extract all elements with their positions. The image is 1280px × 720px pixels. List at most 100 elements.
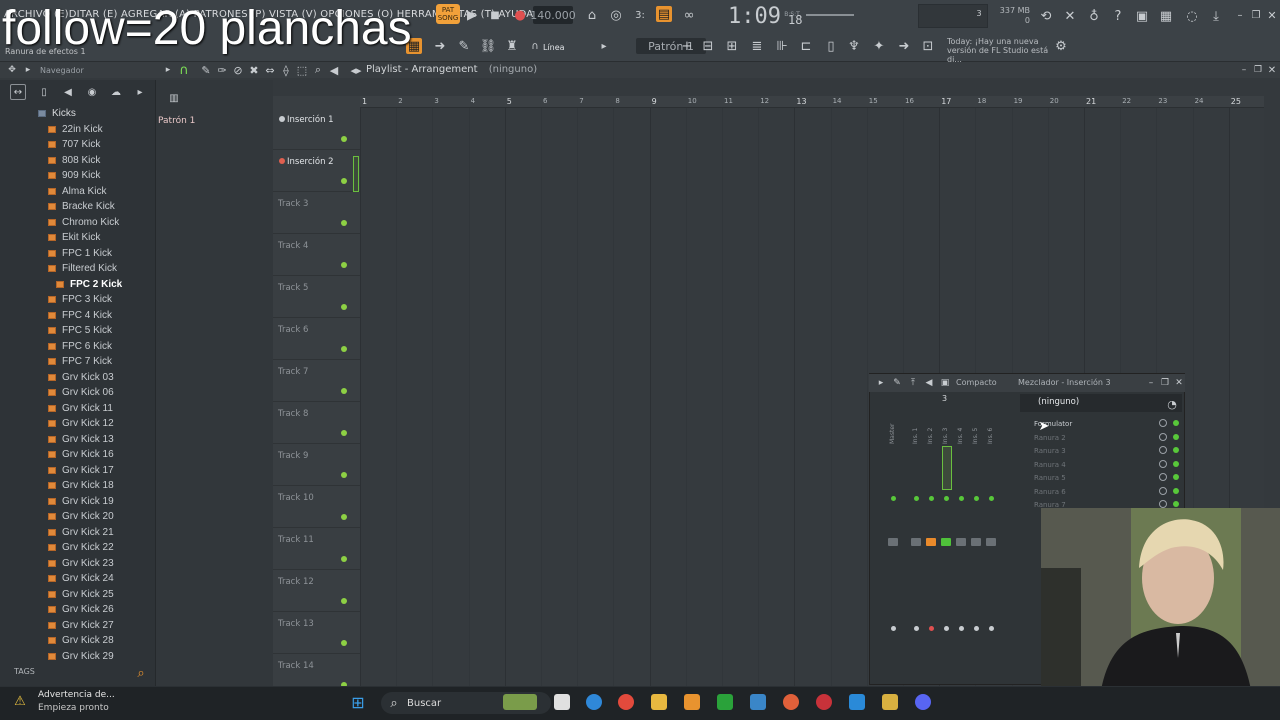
record-icon[interactable]: ● [512,7,528,23]
browser-item[interactable]: Alma Kick [0,184,155,200]
file-icon[interactable]: ▯ [823,38,839,54]
mixer-channel-led[interactable] [891,496,896,501]
mixer-channel-led[interactable] [944,496,949,501]
minimize-icon[interactable]: – [1232,7,1248,23]
mixer-record-button[interactable] [974,626,979,631]
browser-next-icon[interactable]: ▸ [132,84,148,100]
slip-tool-icon[interactable]: ⇔ [262,62,278,78]
mixer-channel-label[interactable]: Master [889,414,896,445]
track-mute-led[interactable] [341,220,347,226]
notification-subtitle[interactable]: Empieza pronto [38,703,109,713]
play-icon[interactable]: ▶ [464,7,480,23]
mixer-channel-label[interactable]: Ins. 6 [987,414,994,444]
mixer-record-button[interactable] [929,626,934,631]
select-tool-icon[interactable]: ⬚ [294,62,310,78]
playlist-close-icon[interactable]: ✕ [1264,62,1280,78]
browser-arrow-icon[interactable]: ✥ [4,62,20,78]
browser-item[interactable]: Grv Kick 25 [0,587,155,603]
track-mute-led[interactable] [341,136,347,142]
browser-item[interactable]: Grv Kick 17 [0,463,155,479]
metronome-icon[interactable]: ⌂ [584,7,600,23]
channel-rack-icon[interactable]: ⊞ [724,38,740,54]
track-mute-led[interactable] [341,430,347,436]
mixer-fader[interactable] [956,538,966,546]
slot-mix-knob[interactable] [1159,419,1167,427]
tools-icon[interactable]: ✕ [1062,8,1078,24]
taskbar-files-icon[interactable] [554,694,570,710]
taskbar-widget-icon[interactable] [503,694,537,710]
slot-enable-led[interactable] [1173,487,1179,494]
chrome-icon[interactable] [618,694,634,710]
paint-tool-icon[interactable]: ✑ [214,62,230,78]
mixer-channel-label[interactable]: Ins. 2 [927,414,934,444]
track-mute-led[interactable] [341,304,347,310]
browser-item[interactable]: Chromo Kick [0,215,155,231]
browser-item[interactable]: 707 Kick [0,137,155,153]
file-explorer-icon[interactable] [651,694,667,710]
mixer-fader[interactable] [941,538,951,546]
mixer-brush-icon[interactable]: ✎ [889,375,905,391]
mixer-menu-icon[interactable]: ▸ [873,375,889,391]
slot-enable-led[interactable] [1173,447,1179,453]
effect-slot[interactable]: Ranura 6 [1034,488,1066,496]
browser-item[interactable]: Grv Kick 18 [0,478,155,494]
playlist-icon[interactable]: ⊟ [700,38,716,54]
app-icon-circle[interactable] [816,694,832,710]
plugin-icon[interactable]: ♆ [846,38,862,54]
browser-plugins-tab-icon[interactable]: ◀ [60,84,76,100]
browser-item[interactable]: Grv Kick 29 [0,649,155,665]
slot-mix-knob[interactable] [1159,459,1167,468]
browser-item[interactable]: FPC 2 Kick [0,277,155,293]
mixer-fader[interactable] [986,538,996,546]
effect-slot[interactable]: Ranura 3 [1034,447,1066,455]
mixer-channel-led[interactable] [914,496,919,501]
plugin-picker-icon[interactable]: ✦ [871,38,887,54]
browser-item[interactable]: Grv Kick 28 [0,633,155,649]
wait-input-icon[interactable]: ◎ [608,7,624,23]
windows-start-icon[interactable]: ⊞ [350,693,366,712]
mixer-record-button[interactable] [959,626,964,631]
shop-icon[interactable]: ⊡ [920,38,936,54]
track-mute-led[interactable] [341,556,347,562]
mixer-channel-led[interactable] [959,496,964,501]
track-header[interactable]: Track 3 [273,192,360,234]
mixer-icon[interactable]: ⊪ [774,38,790,54]
stamp-icon[interactable]: ♜ [504,38,520,54]
track-mute-led[interactable] [341,472,347,478]
slot-mix-knob[interactable] [1159,500,1167,508]
browser-item[interactable]: Grv Kick 19 [0,494,155,510]
preset-selector[interactable]: (ninguno) [1038,397,1156,411]
browser-item[interactable]: Grv Kick 24 [0,571,155,587]
add-pattern-icon[interactable]: + [679,38,695,54]
news-panel[interactable]: Today: ¡Hay una nueva versión de FL Stud… [947,37,1057,64]
snap-arrow-icon[interactable]: ▸ [596,38,612,54]
browser-item[interactable]: FPC 6 Kick [0,339,155,355]
mixer-clock-icon[interactable]: ◔ [1164,396,1180,412]
browser-item[interactable]: Grv Kick 11 [0,401,155,417]
track-mute-led[interactable] [341,262,347,268]
pattern-item[interactable]: Patrón 1 [158,116,195,126]
mixer-record-button[interactable] [891,626,896,631]
mixer-channel-label[interactable]: Ins. 5 [972,414,979,444]
effect-slot[interactable]: Ranura 2 [1034,434,1066,442]
browser-projects-tab-icon[interactable]: ◉ [84,84,100,100]
arrow-right-icon[interactable]: ➜ [432,38,448,54]
insert-link-icon[interactable] [279,116,285,122]
browser-item[interactable]: FPC 7 Kick [0,354,155,370]
zoom-tool-icon[interactable]: ⌕ [310,62,326,78]
mixer-fader[interactable] [926,538,936,546]
mixer-record-button[interactable] [989,626,994,631]
browser-search-icon[interactable]: ⌕ [133,665,149,681]
pat-song-toggle[interactable]: PAT SONG [436,4,460,24]
step-edit-icon[interactable]: ▤ [656,6,672,22]
magnet-snap-icon[interactable]: ∩ [176,62,192,78]
mixer-channel-label[interactable]: Ins. 3 [942,414,949,444]
undo-icon[interactable]: ⟲ [1038,8,1054,24]
browser-folder[interactable]: Kicks [0,106,155,122]
pattern-selector[interactable]: Patrón 1 [636,38,706,54]
track-header[interactable]: Track 10 [273,486,360,528]
loop-record-icon[interactable]: ∞ [681,7,697,23]
browser-item[interactable]: 909 Kick [0,168,155,184]
mixer-fader[interactable] [888,538,898,546]
track-header[interactable]: Track 8 [273,402,360,444]
